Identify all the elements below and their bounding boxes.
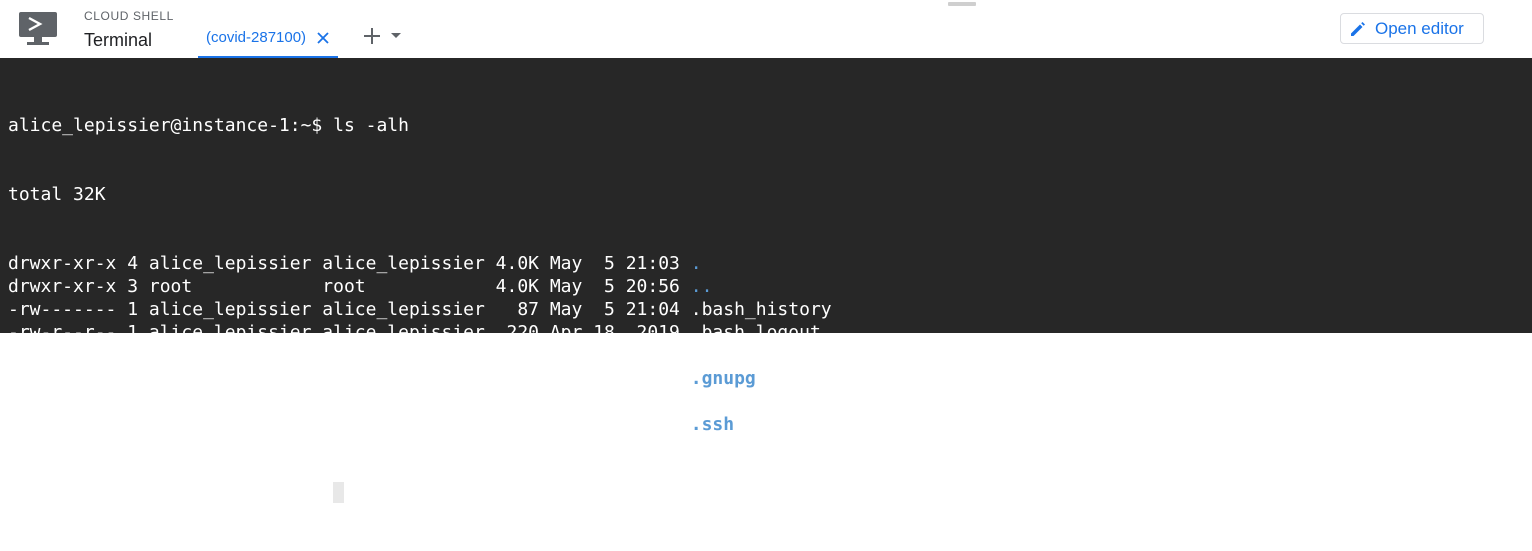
tab-covid-project[interactable]: (covid-287100) [198,20,339,58]
listing-row: -rw-r--r-- 1 alice_lepissier alice_lepis… [8,390,832,413]
listing-details: -rw-r--r-- 1 alice_lepissier alice_lepis… [8,391,691,412]
cloud-shell-header: CLOUD SHELL Terminal (covid-287100) Open… [0,0,1532,59]
listing-details: drwxr-xr-x 4 alice_lepissier alice_lepis… [8,253,691,274]
listing-row: drwx------ 2 alice_lepissier alice_lepis… [8,413,832,436]
prompt: alice_lepissier@instance-1:~$ [8,483,334,504]
close-icon[interactable] [316,31,330,45]
terminal-area[interactable]: alice_lepissier@instance-1:~$ ls -alh to… [0,58,1532,504]
listing-details: -rw-r--r-- 1 alice_lepissier alice_lepis… [8,345,691,366]
tab-label[interactable]: (covid-287100) [206,20,306,56]
listing-filename: .gnupg [690,368,756,389]
listing-details: drwx------ 3 alice_lepissier alice_lepis… [8,368,691,389]
listing-filename: .bash_history [690,299,832,320]
listing-filename: .profile [690,391,778,412]
command-text: ls -alh [333,115,409,136]
cloud-shell-icon[interactable] [18,11,58,47]
listing-filename: .ssh [690,414,735,435]
open-editor-button[interactable]: Open editor [1340,13,1484,44]
cursor [333,482,345,503]
open-editor-label[interactable]: Open editor [1375,19,1464,39]
listing-details: drwx------ 2 alice_lepissier alice_lepis… [8,414,691,435]
listing-row: drwxr-xr-x 3 root root 4.0K May 5 20:56 … [8,275,832,298]
plus-icon[interactable] [362,26,382,46]
listing-details: drwxr-xr-x 3 root root 4.0K May 5 20:56 [8,276,691,297]
directory-listing: drwxr-xr-x 4 alice_lepissier alice_lepis… [8,252,832,436]
prompt: alice_lepissier@instance-1:~$ [8,115,334,136]
terminal-output: alice_lepissier@instance-1:~$ ls -alh to… [8,68,832,551]
chevron-down-icon[interactable] [390,32,402,40]
product-label: CLOUD SHELL [84,9,174,23]
command-line: alice_lepissier@instance-1:~$ ls -alh [8,114,832,137]
listing-filename: .. [690,276,713,297]
drag-handle[interactable] [948,2,976,6]
listing-row: -rw-r--r-- 1 alice_lepissier alice_lepis… [8,344,832,367]
listing-filename: . [690,253,702,274]
terminal-label: Terminal [84,30,153,50]
pencil-icon [1351,21,1365,36]
listing-row: -rw------- 1 alice_lepissier alice_lepis… [8,298,832,321]
listing-row: drwxr-xr-x 4 alice_lepissier alice_lepis… [8,252,832,275]
listing-filename: .bashrc [690,345,767,366]
total-line: total 32K [8,184,106,205]
final-prompt-line[interactable]: alice_lepissier@instance-1:~$ [8,482,832,505]
listing-row: drwx------ 3 alice_lepissier alice_lepis… [8,367,832,390]
listing-details: -rw------- 1 alice_lepissier alice_lepis… [8,299,691,320]
